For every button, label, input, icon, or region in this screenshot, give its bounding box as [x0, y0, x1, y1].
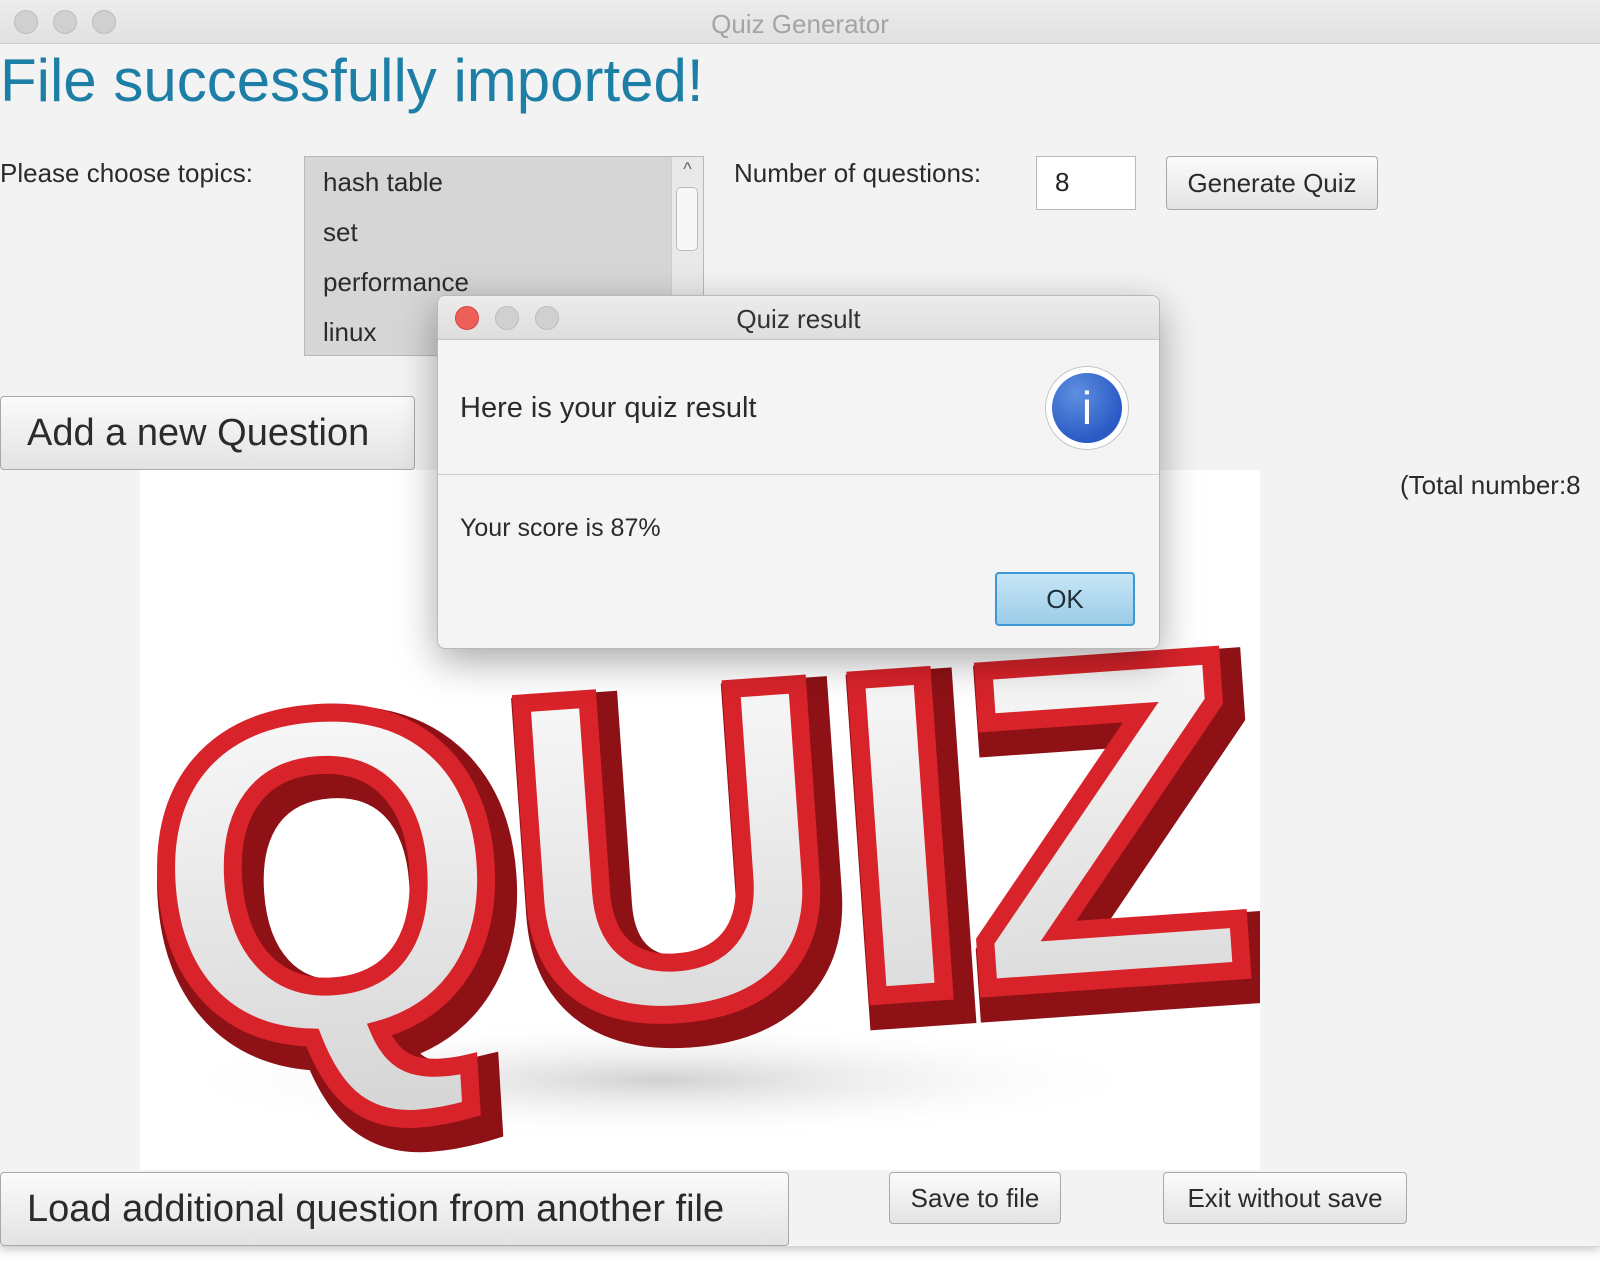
- info-icon: i: [1045, 366, 1129, 450]
- add-question-button[interactable]: Add a new Question: [0, 396, 415, 470]
- save-to-file-button[interactable]: Save to file: [889, 1172, 1061, 1224]
- score-text: Your score is 87%: [460, 514, 661, 542]
- dialog-header-text: Here is your quiz result: [460, 392, 757, 424]
- total-number-label: (Total number:8: [1400, 470, 1581, 500]
- load-questions-button[interactable]: Load additional question from another fi…: [0, 1172, 789, 1246]
- quiz-result-dialog: Quiz result Here is your quiz result i Y…: [437, 295, 1160, 649]
- ok-button[interactable]: OK: [995, 572, 1135, 626]
- questions-count-input[interactable]: 8: [1036, 156, 1136, 210]
- exit-without-save-button[interactable]: Exit without save: [1163, 1172, 1407, 1224]
- generate-quiz-button[interactable]: Generate Quiz: [1166, 156, 1378, 210]
- scroll-up-icon[interactable]: ^: [672, 159, 703, 180]
- quiz-generator-window: Quiz Generator File successfully importe…: [0, 0, 1600, 1247]
- dialog-title: Quiz result: [736, 304, 861, 334]
- dialog-header: Here is your quiz result i: [438, 340, 1159, 475]
- topics-label: Please choose topics:: [0, 158, 253, 188]
- dialog-titlebar: Quiz result: [438, 296, 1159, 340]
- import-status-heading: File successfully imported!: [0, 47, 704, 114]
- scroll-thumb[interactable]: [676, 187, 698, 251]
- topic-item[interactable]: hash table: [305, 157, 703, 207]
- info-glyph: i: [1052, 373, 1122, 443]
- questions-label: Number of questions:: [734, 158, 982, 188]
- window-title: Quiz Generator: [711, 9, 889, 39]
- topic-item[interactable]: set: [305, 207, 703, 257]
- window-titlebar: Quiz Generator: [0, 0, 1600, 44]
